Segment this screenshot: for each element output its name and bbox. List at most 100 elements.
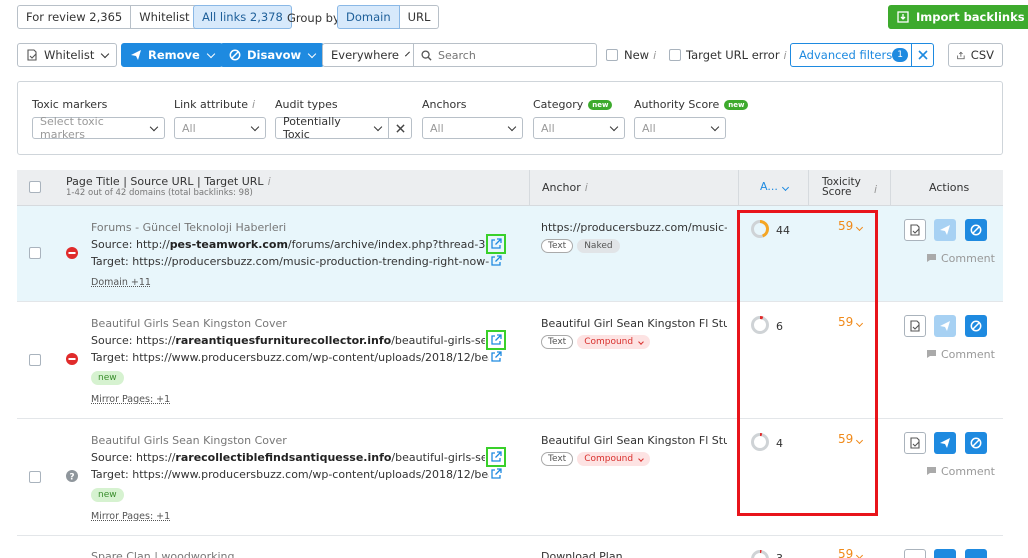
row-checkbox[interactable] (29, 471, 41, 483)
disavow-row-button[interactable] (965, 219, 987, 241)
new-filter-label: New i (624, 48, 656, 62)
page-title-column-header[interactable]: Page Title | Source URL | Target URL i (66, 175, 271, 188)
source-domain: pes-teamwork.com (169, 238, 288, 251)
whitelist-row-button[interactable] (904, 315, 926, 337)
anchor-type-tag: Text (541, 452, 574, 466)
target-url[interactable]: Target: https://www.producersbuzz.com/wp… (91, 351, 489, 364)
whitelist-icon (910, 224, 920, 236)
csv-export-button[interactable]: CSV (948, 43, 1003, 67)
source-protocol: https:// (135, 451, 176, 464)
target-url-error-text: Target URL error (686, 48, 780, 62)
comment-icon (927, 350, 936, 358)
anchors-label: Anchors (422, 98, 467, 111)
scope-select[interactable]: Everywhere (322, 43, 414, 67)
group-domain-button[interactable]: Domain (337, 5, 400, 29)
comment-link[interactable]: Comment (926, 348, 995, 361)
anchors-value: All (430, 121, 444, 135)
remove-row-button[interactable] (934, 549, 956, 558)
import-icon (897, 11, 909, 23)
source-url[interactable]: Source: https://rarecollectiblefindsanti… (91, 451, 485, 464)
import-backlinks-button[interactable]: Import backlinks (888, 5, 1028, 29)
external-link-icon[interactable] (490, 451, 502, 463)
advanced-filters-button[interactable]: Advanced filters 1 (790, 43, 912, 67)
toxicity-score[interactable]: 59 (838, 547, 864, 558)
anchor-text: Beautiful Girl Sean Kingston Fl Stud... (541, 434, 727, 447)
row-checkbox[interactable] (29, 247, 41, 259)
info-icon: i (584, 181, 588, 194)
tab-for-review[interactable]: For review 2,365 (17, 5, 132, 29)
toxic-warning-icon (66, 353, 78, 365)
chevron-down-icon (373, 122, 383, 131)
tab-all-links[interactable]: All links 2,378 (193, 5, 292, 29)
authority-score-select[interactable]: All (634, 117, 726, 139)
authority-score-label: Authority Score new (634, 98, 749, 111)
authority-score-column-header[interactable]: A... (760, 180, 789, 193)
whitelist-row-button[interactable] (904, 549, 926, 558)
external-link-icon[interactable] (490, 238, 502, 250)
group-url-button[interactable]: URL (399, 5, 440, 29)
whitelist-dropdown[interactable]: Whitelist (17, 43, 118, 67)
disavow-dropdown[interactable]: Disavow (220, 43, 325, 67)
anchors-select[interactable]: All (422, 117, 523, 139)
row-checkbox[interactable] (29, 354, 41, 366)
toxic-markers-label: Toxic markers (32, 98, 108, 111)
scope-value: Everywhere (331, 48, 400, 62)
anchor-header-text: Anchor (542, 181, 581, 194)
mirror-pages-link[interactable]: Mirror Pages: +1 (91, 511, 170, 522)
target-value: https://producersbuzz.com/music-producti… (132, 255, 489, 268)
authority-score-value: 3 (776, 552, 783, 558)
column-divider (738, 170, 739, 206)
remove-label: Remove (148, 48, 200, 62)
select-all-checkbox[interactable] (29, 181, 41, 193)
source-url[interactable]: Source: http://pes-teamwork.com/forums/a… (91, 238, 485, 251)
anchor-category-tag: Compound (577, 335, 650, 349)
page-title: Beautiful Girls Sean Kingston Cover (91, 434, 287, 447)
comment-link[interactable]: Comment (926, 252, 995, 265)
audit-types-select[interactable]: Potentially Toxic (275, 115, 389, 141)
group-by-label: Group by (287, 11, 340, 25)
whitelist-icon (910, 320, 920, 332)
authority-header-text: A... (760, 180, 778, 193)
toxicity-header-line2: Score (822, 186, 852, 198)
source-path: /beautiful-girls-sean-kingst... (391, 451, 485, 464)
remove-dropdown[interactable]: Remove (121, 43, 223, 67)
send-icon (940, 438, 950, 448)
chevron-down-icon (609, 122, 619, 131)
source-protocol: https:// (135, 334, 176, 347)
new-checkbox[interactable] (606, 49, 618, 61)
clear-audit-types-button[interactable] (388, 117, 412, 139)
clear-advanced-filters-button[interactable] (911, 43, 934, 67)
anchor-category-text: Compound (584, 337, 634, 347)
external-link-icon[interactable] (490, 334, 502, 346)
source-url[interactable]: Source: https://rareantiquesfurniturecol… (91, 334, 485, 347)
domain-more-link[interactable]: Domain +11 (91, 277, 151, 288)
svg-text:?: ? (69, 472, 74, 482)
category-select[interactable]: All (533, 117, 625, 139)
link-attribute-value: All (182, 121, 196, 135)
anchor-column-header[interactable]: Anchor i (542, 181, 588, 194)
external-link-icon[interactable] (490, 351, 502, 363)
external-link-icon[interactable] (490, 255, 502, 267)
remove-row-button[interactable] (934, 315, 956, 337)
toxicity-score-column-header[interactable]: Toxicity Score (822, 177, 861, 198)
target-url[interactable]: Target: https://producersbuzz.com/music-… (91, 255, 489, 268)
target-url-error-checkbox[interactable] (669, 49, 681, 61)
search-input[interactable] (438, 48, 588, 62)
disavow-row-button[interactable] (965, 315, 987, 337)
target-prefix: Target: (91, 468, 133, 481)
remove-row-button[interactable] (934, 432, 956, 454)
disavow-row-button[interactable] (965, 549, 987, 558)
source-domain: rarecollectiblefindsantiquesse.info (175, 451, 392, 464)
remove-row-button[interactable] (934, 219, 956, 241)
whitelist-row-button[interactable] (904, 219, 926, 241)
external-link-icon[interactable] (490, 468, 502, 480)
toxic-markers-select[interactable]: Select toxic markers (32, 115, 165, 141)
link-attribute-text: Link attribute (174, 98, 249, 111)
comment-link[interactable]: Comment (926, 465, 995, 478)
column-divider (529, 170, 530, 206)
mirror-pages-link[interactable]: Mirror Pages: +1 (91, 394, 170, 405)
disavow-row-button[interactable] (965, 432, 987, 454)
link-attribute-select[interactable]: All (174, 117, 266, 139)
target-url[interactable]: Target: https://www.producersbuzz.com/wp… (91, 468, 489, 481)
whitelist-row-button[interactable] (904, 432, 926, 454)
